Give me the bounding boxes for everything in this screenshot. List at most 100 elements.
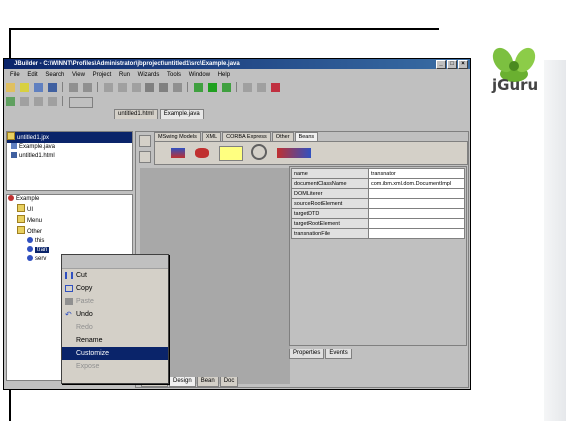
property-value[interactable]: transnator: [368, 168, 465, 179]
property-value[interactable]: [368, 218, 465, 229]
tab-bean[interactable]: Bean: [196, 377, 219, 387]
paste-icon[interactable]: [131, 83, 141, 92]
open-icon[interactable]: [19, 83, 29, 92]
menu-item-label: Copy: [76, 285, 93, 292]
menu-item-redo[interactable]: Redo: [62, 321, 168, 334]
tab-untitled1-html[interactable]: untitled1.html: [114, 109, 158, 119]
menu-file[interactable]: File: [10, 72, 20, 78]
property-row[interactable]: documentClassName com.ibm.xml.dom.Docume…: [291, 178, 465, 189]
tree-node-this[interactable]: this: [7, 237, 132, 246]
maximize-button[interactable]: □: [447, 60, 457, 69]
debug-icon[interactable]: [222, 83, 232, 92]
project-icon[interactable]: [6, 97, 15, 106]
palette-tab-xml[interactable]: XML: [201, 132, 222, 141]
menu-item-cut[interactable]: Cut: [62, 269, 168, 282]
make-icon[interactable]: [194, 83, 204, 92]
bean-icon: [27, 237, 33, 243]
redo-icon[interactable]: [82, 83, 92, 92]
save-icon[interactable]: [33, 83, 43, 92]
property-row[interactable]: targetRootElement: [291, 218, 465, 229]
menu-item-expose[interactable]: Expose: [62, 360, 168, 373]
window-buttons: _ □ ×: [435, 60, 468, 69]
menu-wizards[interactable]: Wizards: [138, 72, 160, 78]
property-value[interactable]: [368, 188, 465, 199]
property-row[interactable]: targetDTD: [291, 208, 465, 219]
search-icon[interactable]: [173, 83, 183, 92]
menu-item-customize[interactable]: Customize: [62, 347, 168, 360]
property-value[interactable]: [368, 198, 465, 209]
tree-node-ui[interactable]: UI: [7, 204, 132, 215]
help-icon[interactable]: [271, 83, 281, 92]
menu-search[interactable]: Search: [45, 72, 64, 78]
tree-node-label: this: [35, 238, 45, 244]
bean-chooser-icon[interactable]: [139, 151, 151, 163]
xml-bean-icon[interactable]: [171, 148, 185, 158]
palette-tab-other[interactable]: Other: [271, 132, 294, 141]
menu-run[interactable]: Run: [119, 72, 130, 78]
tree-node-label: Other: [27, 229, 43, 235]
project-selector[interactable]: [68, 97, 93, 108]
menu-window[interactable]: Window: [189, 72, 210, 78]
forward-icon[interactable]: [257, 83, 267, 92]
tree-node-example[interactable]: Example: [7, 195, 132, 204]
tree-node-menu[interactable]: Menu: [7, 215, 132, 226]
property-row[interactable]: name transnator: [291, 168, 465, 179]
palette-tab-beans[interactable]: Beans: [294, 132, 319, 141]
property-value[interactable]: com.ibm.xml.dom.DocumentImpl: [368, 178, 465, 189]
property-row[interactable]: transnationFile: [291, 228, 465, 239]
menu-item-undo[interactable]: ↶ Undo: [62, 308, 168, 321]
find-icon[interactable]: [145, 83, 155, 92]
java-file-icon: [11, 143, 17, 149]
tree-item-example-java[interactable]: Example.java: [7, 143, 132, 152]
property-value[interactable]: [368, 208, 465, 219]
property-row[interactable]: DOMLiterer: [291, 188, 465, 199]
tree-item-untitled1-html[interactable]: untitled1.html: [7, 152, 132, 161]
tab-events[interactable]: Events: [325, 349, 352, 359]
tab-doc[interactable]: Doc: [219, 377, 239, 387]
palette-tab-corba[interactable]: CORBA Express: [222, 132, 271, 141]
property-table: name transnator documentClassName com.ib…: [291, 168, 465, 239]
close-button[interactable]: ×: [458, 60, 468, 69]
back-icon[interactable]: [243, 83, 253, 92]
db-bean-icon[interactable]: [195, 148, 209, 158]
minimize-button[interactable]: _: [436, 60, 446, 69]
model-bean-icon[interactable]: [277, 148, 311, 158]
property-value[interactable]: [368, 228, 465, 239]
menu-edit[interactable]: Edit: [27, 72, 37, 78]
inspector-tabs: Properties Events: [289, 349, 353, 359]
new-icon[interactable]: [6, 83, 15, 92]
replace-icon[interactable]: [159, 83, 169, 92]
class-icon: [8, 195, 14, 201]
tree-node-label: serv: [35, 256, 47, 262]
refresh-icon[interactable]: [47, 97, 57, 106]
tree-node-label: UI: [27, 207, 33, 213]
menu-item-copy[interactable]: Copy: [62, 282, 168, 295]
tree-item-project[interactable]: untitled1.jpx: [7, 132, 132, 143]
tab-design[interactable]: Design: [169, 377, 196, 387]
undo-icon: ↶: [65, 310, 72, 319]
menu-tools[interactable]: Tools: [167, 72, 181, 78]
menu-project[interactable]: Project: [93, 72, 112, 78]
cut-icon[interactable]: [103, 83, 113, 92]
tab-properties[interactable]: Properties: [289, 349, 325, 359]
save-all-icon[interactable]: [47, 83, 57, 92]
transform-bean-icon[interactable]: [251, 144, 267, 160]
bean-icon: [27, 255, 33, 261]
menu-item-rename[interactable]: Rename: [62, 334, 168, 347]
menu-help[interactable]: Help: [218, 72, 230, 78]
palette-tab-swing-models[interactable]: MSwing Models: [154, 132, 201, 141]
copy-icon[interactable]: [117, 83, 127, 92]
toolbar-separator: [61, 96, 63, 106]
tab-example-java[interactable]: Example.java: [159, 109, 204, 119]
run-icon[interactable]: [208, 83, 218, 92]
menu-item-label: Rename: [76, 337, 103, 344]
text-bean-icon[interactable]: [219, 146, 243, 161]
tree-node-other[interactable]: Other: [7, 226, 132, 237]
undo-icon[interactable]: [68, 83, 78, 92]
remove-file-icon[interactable]: [33, 97, 43, 106]
add-file-icon[interactable]: [19, 97, 29, 106]
menu-view[interactable]: View: [72, 72, 85, 78]
property-row[interactable]: sourceRootElement: [291, 198, 465, 209]
menu-item-paste[interactable]: Paste: [62, 295, 168, 308]
selection-tool-icon[interactable]: [139, 135, 151, 147]
